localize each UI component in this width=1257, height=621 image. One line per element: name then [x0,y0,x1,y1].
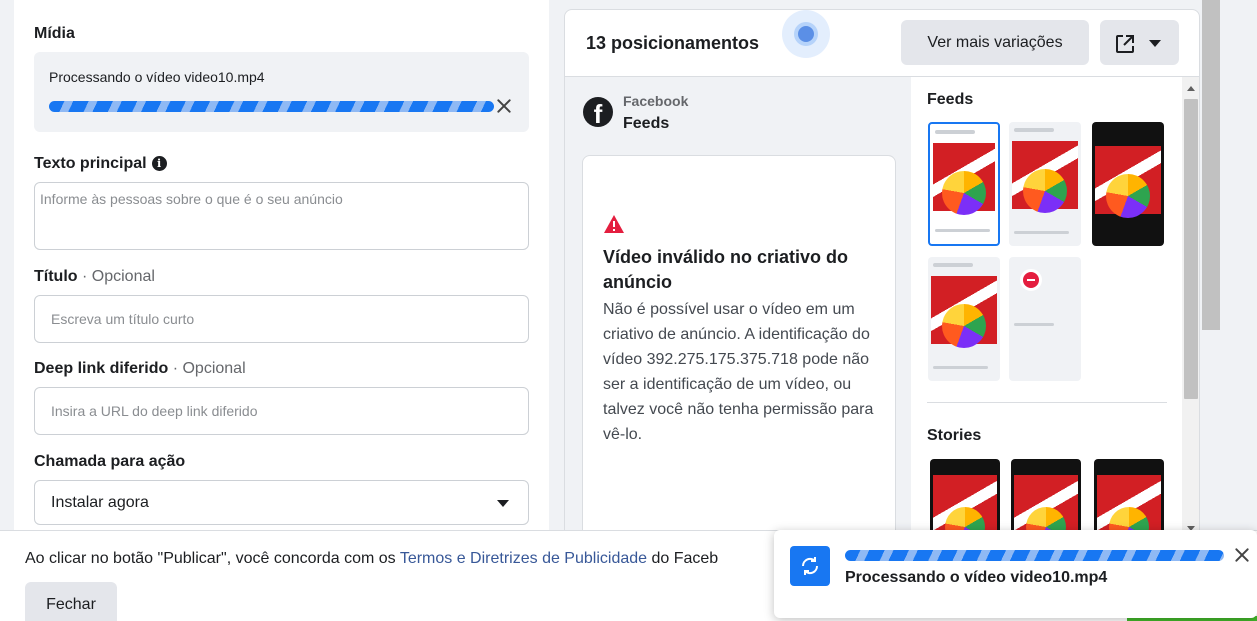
primary-text-label: Texto principal i [34,155,167,173]
terms-link[interactable]: Termos e Diretrizes de Publicidade [400,550,647,567]
placement-thumb-facebook-feed[interactable] [928,122,1000,246]
media-label: Mídia [34,25,75,42]
thumbnails-scrollbar-thumb[interactable] [1184,99,1198,399]
placement-thumbnails: Feeds Stories [912,77,1182,538]
warning-icon [604,215,624,233]
close-button[interactable]: Fechar [25,582,117,621]
stories-group-title: Stories [927,427,982,444]
terms-prefix: Ao clicar no botão "Publicar", você conc… [25,550,400,567]
placement-thumb-marketplace[interactable] [928,257,1000,381]
scroll-up-icon[interactable] [1187,86,1195,91]
preview-placement: Feeds [623,115,670,132]
thumb-creative [931,276,997,348]
placement-thumb-instagram-stories[interactable] [1011,459,1081,538]
headline-label: Título · Opcional [34,268,155,286]
toast-message: Processando o vídeo video10.mp4 [845,569,1108,586]
thumb-creative [1095,146,1161,218]
cancel-upload-close-icon[interactable] [495,97,513,115]
media-processing-text: Processando o vídeo video10.mp4 [49,69,265,85]
pulse-indicator-icon [782,10,830,58]
placements-count-title: 13 posicionamentos [586,33,760,53]
thumb-footer-line [1014,323,1054,326]
deep-link-placeholder: Insira a URL do deep link diferido [51,403,258,419]
invalid-video-error-card: Vídeo inválido no criativo do anúncio Nã… [582,155,896,538]
facebook-feeds-preview: f Facebook Feeds Vídeo inválido no criat… [565,77,911,538]
cta-selected-value: Instalar agora [51,493,149,511]
error-title: Vídeo inválido no criativo do anúncio [603,247,849,292]
refresh-icon [801,557,819,575]
deep-link-label: Deep link diferido · Opcional [34,360,246,378]
terms-suffix: do Faceb [647,550,719,567]
thumb-creative [933,143,995,215]
placement-thumb-unavailable[interactable] [1009,257,1081,381]
error-message: Não é possível usar o vídeo em um criati… [603,301,874,443]
info-icon[interactable]: i [151,156,167,171]
headline-input[interactable]: Escreva um título curto [34,295,529,343]
chevron-down-icon [1149,40,1161,47]
chevron-down-icon [497,500,509,507]
deep-link-label-text: Deep link diferido [34,360,169,377]
thumb-footer-line [935,229,990,232]
headline-label-text: Título [34,268,78,285]
placement-thumb-video-feed[interactable] [1092,122,1164,246]
ad-creative-form: Mídia Processando o vídeo video10.mp4 Te… [14,0,549,530]
primary-text-placeholder: Informe às pessoas sobre o que é o seu a… [40,191,343,207]
thumb-header-line [1014,128,1054,132]
deep-link-optional-tag: · Opcional [172,360,246,377]
thumb-creative [1012,141,1078,213]
external-link-icon [1116,35,1134,53]
thumb-footer-line [933,366,988,369]
primary-text-input[interactable]: Informe às pessoas sobre o que é o seu a… [34,182,529,250]
see-more-variations-button[interactable]: Ver mais variações [901,20,1089,65]
placement-thumb-facebook-stories[interactable] [930,459,1000,538]
terms-notice: Ao clicar no botão "Publicar", você conc… [25,550,718,568]
primary-text-label-text: Texto principal [34,155,147,172]
media-upload-box: Processando o vídeo video10.mp4 [34,52,529,132]
cta-label: Chamada para ação [34,453,186,470]
placement-thumb-instagram-feed[interactable] [1009,122,1081,246]
thumb-footer-line [1014,231,1069,234]
refresh-icon-container [790,546,830,586]
open-preview-dropdown-button[interactable] [1100,20,1179,65]
facebook-logo-icon: f [583,97,613,127]
thumb-header-line [935,130,975,134]
processing-toast: Processando o vídeo video10.mp4 [774,530,1257,618]
page-scrollbar-thumb[interactable] [1202,0,1220,330]
feeds-group-title: Feeds [927,91,974,108]
toast-progress-bar [845,550,1224,561]
thumb-header-line [933,263,973,267]
preview-header: 13 posicionamentos Ver mais variações [565,10,1199,77]
close-toast-close-icon[interactable] [1233,546,1251,564]
deep-link-input[interactable]: Insira a URL do deep link diferido [34,387,529,435]
thumbnails-scrollbar[interactable] [1182,77,1199,538]
ad-preview-panel: 13 posicionamentos Ver mais variações f … [564,9,1200,539]
media-progress-bar [49,101,494,112]
headline-optional-tag: · Opcional [82,268,155,285]
cta-select[interactable]: Instalar agora [34,480,529,525]
preview-platform: Facebook [623,93,689,109]
placement-thumb-messenger-stories[interactable] [1094,459,1164,538]
blocked-icon [1020,269,1042,291]
headline-placeholder: Escreva um título curto [51,311,195,327]
group-divider [927,402,1167,403]
